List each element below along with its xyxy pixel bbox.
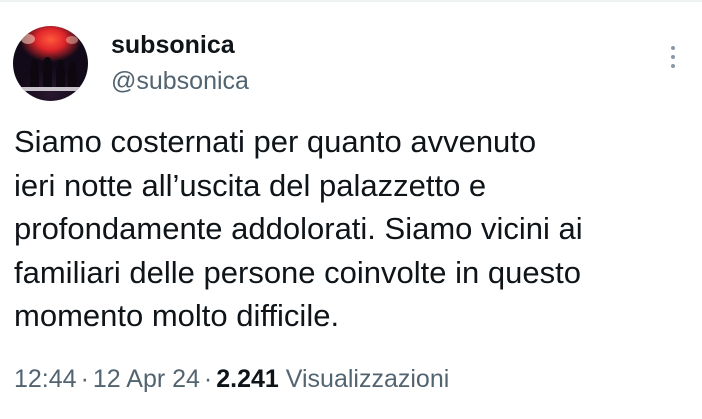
avatar-figure [30,65,39,87]
tweet-text-line: familiari delle persone coinvolte in que… [14,254,581,290]
tweet-text: Siamo costernati per quanto avvenuto ier… [14,120,694,338]
tweet-text-line: ieri notte all’uscita del palazzetto e [14,167,487,203]
avatar[interactable] [13,26,88,101]
author-handle[interactable]: @subsonica [111,66,249,96]
author-display-name[interactable]: subsonica [111,30,235,60]
tweet-time-link[interactable]: 12:44 · 12 Apr 24 [14,365,200,393]
more-options-button[interactable] [660,40,688,74]
meta-separator: · [80,365,89,393]
tweet-text-line: momento molto difficile. [14,298,340,333]
tweet-time: 12:44 [14,365,77,393]
tweet-text-line: profondamente addolorati. Siamo vicini a… [14,211,583,246]
meta-separator: · [203,365,213,393]
views-label: Visualizzazioni [285,365,450,393]
avatar-stage [13,87,88,91]
tweet-meta: 12:44 · 12 Apr 24 · 2.241 Visualizzazioni [14,362,449,396]
avatar-figure [68,68,77,87]
avatar-figure [43,62,52,87]
tweet-text-line: Siamo costernati per quanto avvenuto [14,124,537,159]
avatar-figure [56,66,65,87]
tweet-date: 12 Apr 24 [92,365,200,393]
avatar-light [21,34,35,44]
avatar-light [66,36,78,44]
tweet: subsonica @subsonica Siamo costernati pe… [0,0,702,419]
views-count: 2.241 [216,365,279,393]
